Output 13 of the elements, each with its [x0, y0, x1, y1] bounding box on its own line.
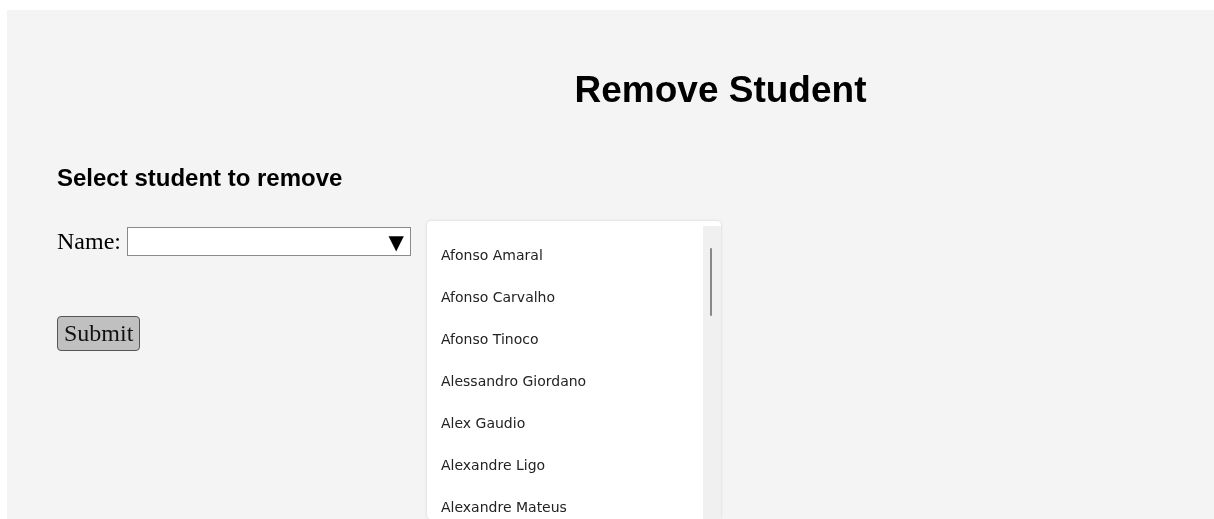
dropdown-option[interactable]: Afonso Amaral [441, 234, 721, 276]
section-heading: Select student to remove [57, 164, 343, 191]
dropdown-option[interactable]: Afonso Carvalho [441, 276, 721, 318]
dropdown-option[interactable]: Alessandro Giordano [441, 360, 721, 402]
dropdown-option[interactable]: Alexandre Ligo [441, 444, 721, 486]
page-title: Remove Student [574, 69, 867, 110]
dropdown-option[interactable]: Alex Gaudio [441, 402, 721, 444]
name-select[interactable]: ▼ [127, 227, 411, 256]
submit-button[interactable]: Submit [57, 316, 141, 351]
field-label: Name: [57, 228, 121, 255]
dropdown-option[interactable]: Alexandre Mateus [441, 486, 721, 519]
scrollbar[interactable] [703, 226, 721, 519]
dropdown-option[interactable]: Afonso Tinoco [441, 318, 721, 360]
